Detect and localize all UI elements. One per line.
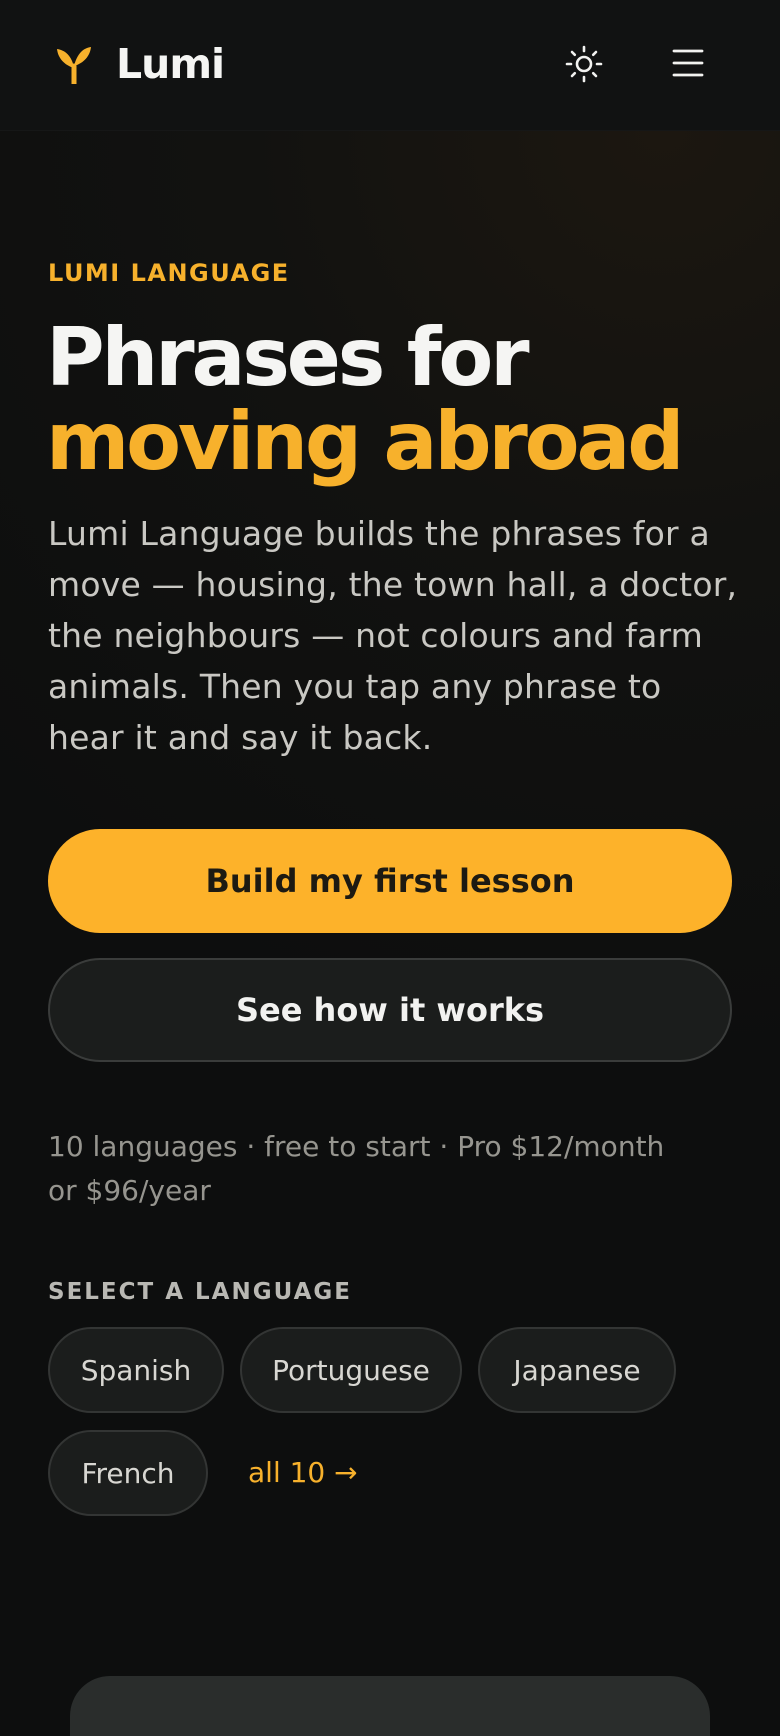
bottom-card-peek [70,1676,710,1736]
language-chip-french[interactable]: French [48,1430,208,1516]
select-language-label: SELECT A LANGUAGE [48,1279,352,1305]
language-chip-spanish[interactable]: Spanish [48,1327,224,1413]
hero-eyebrow: LUMI LANGUAGE [48,259,290,287]
pricing-summary: 10 languages · free to start · Pro $12/m… [48,1125,668,1213]
headline-line-1: Phrases for [46,311,530,404]
menu-button[interactable] [670,45,706,81]
language-chip-portuguese[interactable]: Portuguese [240,1327,462,1413]
pricing-line-1: 10 languages · free to start · Pro $12/m… [48,1130,665,1163]
sun-icon [565,45,603,83]
language-chip-japanese[interactable]: Japanese [478,1327,676,1413]
all-languages-link[interactable]: all 10 → [248,1455,358,1491]
hero-intro: Lumi Language builds the phrases for a m… [48,514,738,757]
brand-name[interactable]: Lumi [116,38,225,90]
hamburger-menu-icon [672,49,704,77]
sprout-icon [57,47,91,84]
top-header: Lumi [0,0,780,131]
see-how-it-works-button[interactable]: See how it works [48,958,732,1062]
hero-headline: Phrases for moving abroad [46,311,684,488]
build-first-lesson-button[interactable]: Build my first lesson [48,829,732,933]
pricing-line-2: or $96/year [48,1174,211,1207]
theme-toggle-button[interactable] [565,45,603,83]
headline-line-2: moving abroad [46,395,684,488]
